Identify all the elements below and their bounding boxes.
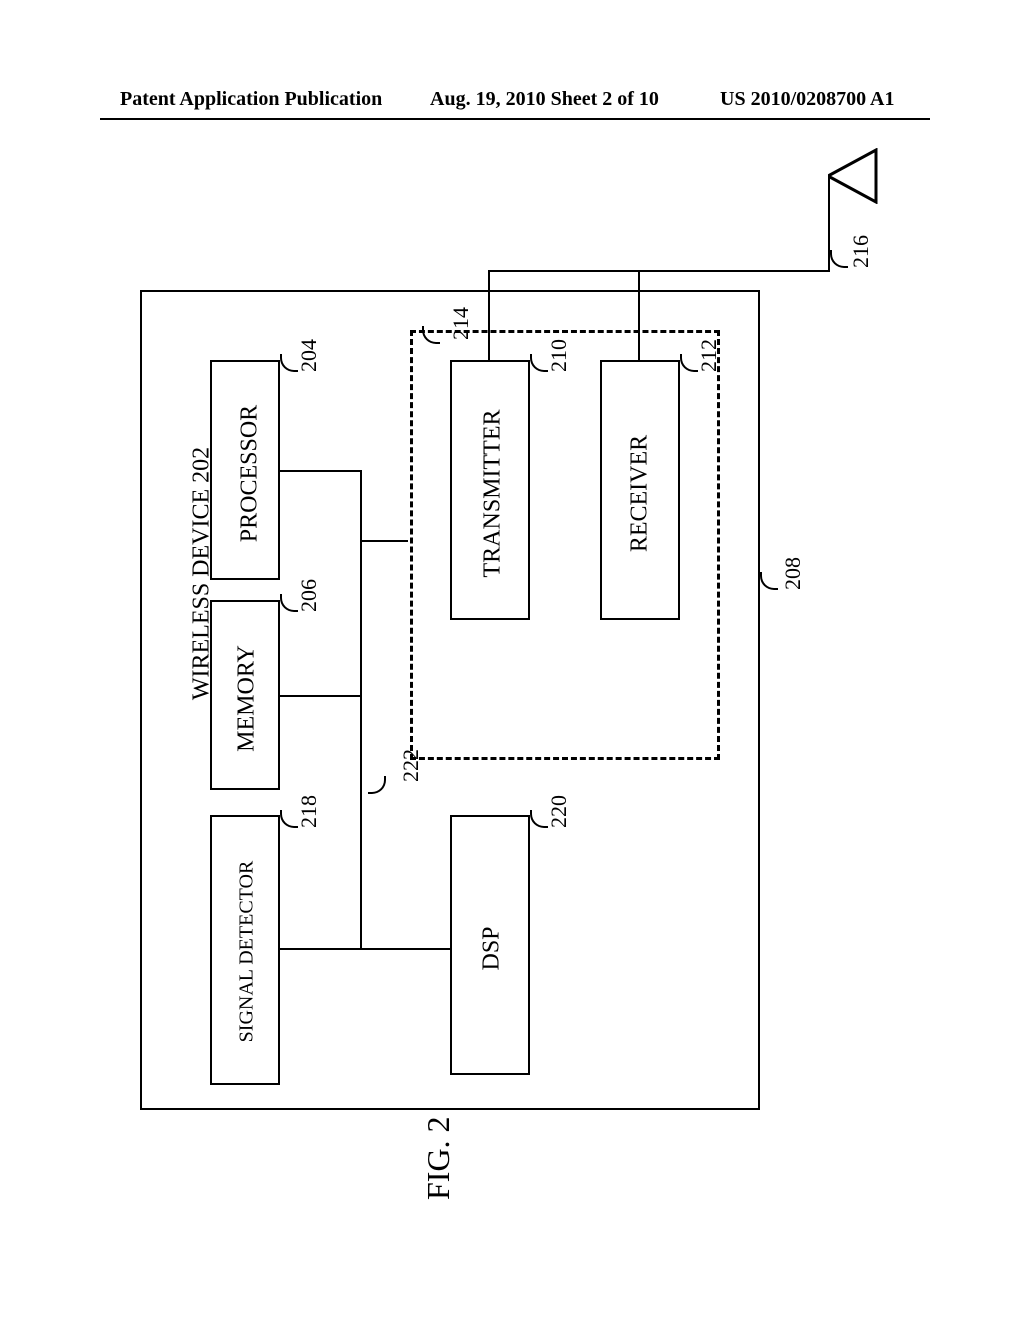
housing-ref: 208 bbox=[780, 557, 806, 590]
page: Patent Application Publication Aug. 19, … bbox=[0, 0, 1024, 1320]
receiver-label: RECEIVER bbox=[627, 414, 654, 574]
memory-block: MEMORY bbox=[210, 600, 280, 790]
transmitter-riser bbox=[488, 270, 490, 360]
bus-to-transceiver-stub bbox=[360, 540, 408, 542]
header-left-text: Patent Application Publication bbox=[120, 88, 382, 111]
header-right-text: US 2010/0208700 A1 bbox=[720, 88, 894, 111]
receiver-block: RECEIVER bbox=[600, 360, 680, 620]
antenna-ref: 216 bbox=[848, 235, 874, 268]
memory-label: MEMORY bbox=[234, 624, 261, 774]
figure-label: FIG. 2 bbox=[420, 1116, 457, 1200]
processor-stub bbox=[280, 470, 362, 472]
housing-leader bbox=[760, 572, 778, 590]
bus-ref: 222 bbox=[398, 749, 424, 782]
receiver-ref: 212 bbox=[696, 339, 722, 372]
processor-block: PROCESSOR bbox=[210, 360, 280, 580]
bus-to-dsp-stub bbox=[360, 948, 450, 950]
signal-detector-label: SIGNAL DETECTOR bbox=[236, 837, 259, 1067]
memory-stub bbox=[280, 695, 362, 697]
receiver-riser bbox=[638, 270, 640, 360]
tx-to-node bbox=[488, 270, 640, 272]
header-rule bbox=[100, 118, 930, 120]
diagram-canvas: WIRELESS DEVICE 202 PROCESSOR MEMORY SIG… bbox=[100, 140, 930, 1240]
bus-line bbox=[360, 470, 362, 950]
antenna-leader bbox=[830, 250, 848, 268]
processor-label: PROCESSOR bbox=[237, 384, 264, 564]
signal-detector-ref: 218 bbox=[296, 795, 322, 828]
dsp-ref: 220 bbox=[546, 795, 572, 828]
dsp-label: DSP bbox=[479, 904, 506, 994]
antenna-icon bbox=[828, 148, 880, 209]
dsp-block: DSP bbox=[450, 815, 530, 1075]
signal-detector-stub bbox=[280, 948, 362, 950]
antenna-feed-h bbox=[640, 270, 830, 272]
header-center-text: Aug. 19, 2010 Sheet 2 of 10 bbox=[430, 88, 659, 111]
transmitter-label: TRANSMITTER bbox=[480, 389, 507, 599]
processor-ref: 204 bbox=[296, 339, 322, 372]
signal-detector-block: SIGNAL DETECTOR bbox=[210, 815, 280, 1085]
transceiver-ref: 214 bbox=[448, 307, 474, 340]
memory-ref: 206 bbox=[296, 579, 322, 612]
transmitter-ref: 210 bbox=[546, 339, 572, 372]
transmitter-block: TRANSMITTER bbox=[450, 360, 530, 620]
